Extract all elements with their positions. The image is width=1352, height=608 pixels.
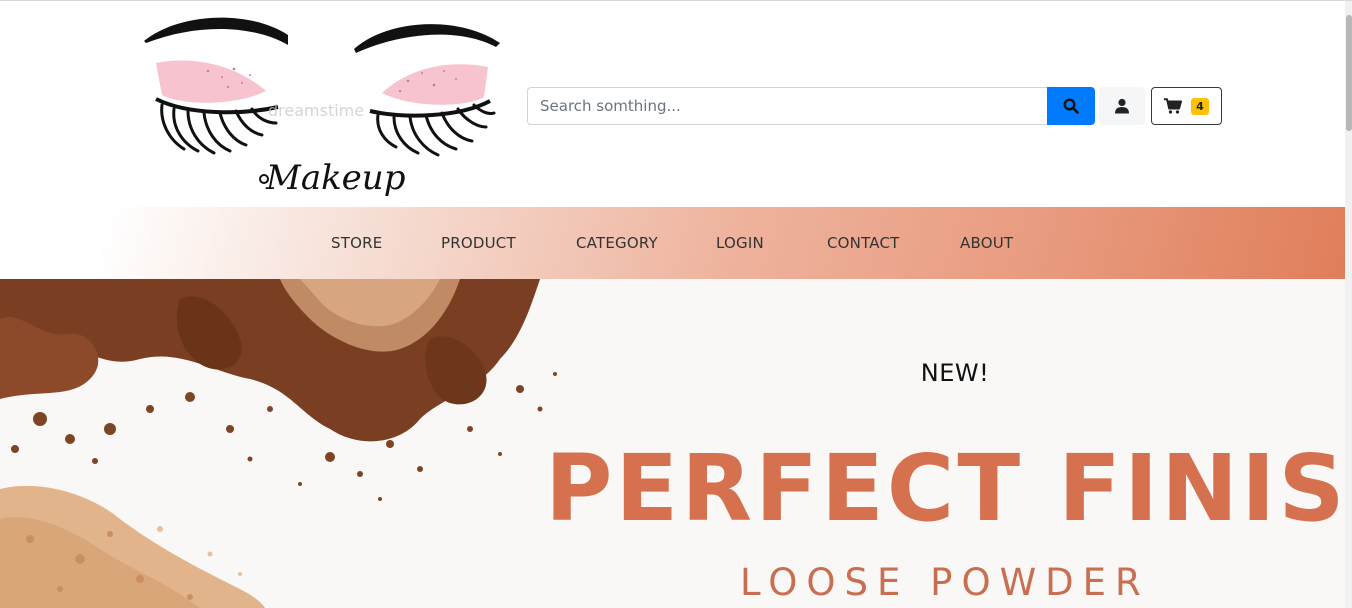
powder-image — [0, 279, 600, 608]
site-header: dreamstime Makeup 4 — [0, 1, 1345, 207]
page-scrollbar[interactable] — [1345, 1, 1352, 608]
hero-badge: NEW! — [920, 359, 990, 387]
nav-product[interactable]: PRODUCT — [441, 234, 516, 252]
nav-contact[interactable]: CONTACT — [827, 234, 900, 252]
watermark-text: dreamstime — [268, 101, 364, 120]
hero-subtitle: LOOSE POWDER — [740, 561, 1150, 604]
scrollbar-thumb[interactable] — [1346, 15, 1352, 131]
search-input[interactable] — [527, 87, 1047, 125]
account-button[interactable] — [1099, 87, 1145, 125]
main-nav: STORE PRODUCT CATEGORY LOGIN CONTACT ABO… — [0, 207, 1345, 279]
search-bar — [527, 87, 1095, 125]
hero-banner[interactable]: NEW! PERFECT FINISH LOOSE POWDER — [0, 279, 1345, 608]
hero-title: PERFECT FINISH — [545, 435, 1345, 542]
nav-store[interactable]: STORE — [331, 234, 382, 252]
search-button[interactable] — [1047, 87, 1095, 125]
nav-about[interactable]: ABOUT — [960, 234, 1013, 252]
cart-icon — [1164, 98, 1183, 114]
logo-text: Makeup — [265, 158, 405, 198]
cart-count-badge: 4 — [1191, 97, 1209, 115]
cart-button[interactable]: 4 — [1151, 87, 1222, 125]
brand-logo[interactable]: dreamstime Makeup — [138, 11, 508, 203]
search-icon — [1063, 98, 1079, 114]
user-icon — [1115, 98, 1129, 114]
nav-category[interactable]: CATEGORY — [576, 234, 658, 252]
nav-login[interactable]: LOGIN — [716, 234, 764, 252]
makeup-eyes-logo: dreamstime Makeup — [144, 17, 500, 198]
